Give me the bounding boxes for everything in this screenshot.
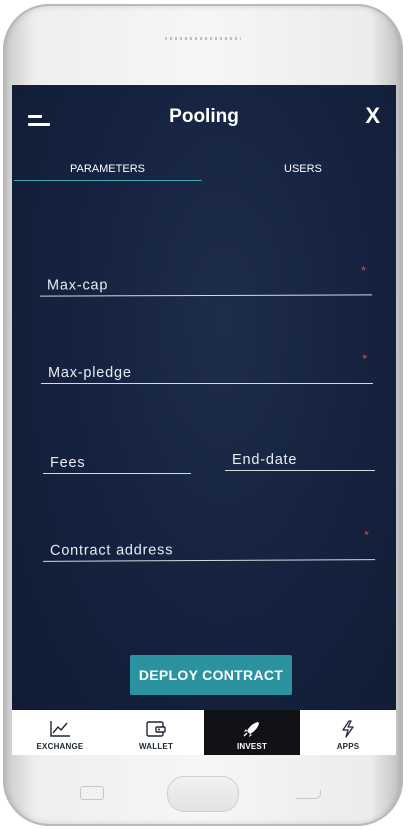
phone-frame: Pooling X PARAMETERS USERS Max-cap * Max…	[3, 4, 403, 826]
nav-wallet[interactable]: WALLET	[108, 710, 204, 755]
deploy-contract-button[interactable]: DEPLOY CONTRACT	[130, 655, 292, 695]
header: Pooling X	[12, 85, 396, 155]
required-marker: *	[364, 528, 369, 543]
nav-wallet-label: WALLET	[138, 742, 174, 751]
bottom-nav: EXCHANGE WALLET INVEST APPS	[12, 710, 396, 755]
fees-field[interactable]: Fees	[43, 445, 191, 474]
max-cap-field[interactable]: Max-cap *	[39, 263, 373, 297]
required-marker: *	[362, 352, 367, 366]
lightning-icon	[340, 718, 356, 740]
tab-parameters[interactable]: PARAMETERS	[70, 163, 145, 175]
max-pledge-field[interactable]: Max-pledge *	[41, 352, 373, 384]
contract-address-label: Contract address	[49, 542, 174, 559]
nav-apps-label: APPS	[336, 742, 360, 751]
app-screen: Pooling X PARAMETERS USERS Max-cap * Max…	[12, 85, 396, 755]
close-icon[interactable]: X	[365, 103, 380, 129]
nav-invest-label: INVEST	[236, 742, 268, 751]
contract-address-field[interactable]: Contract address *	[42, 528, 376, 562]
fees-label: Fees	[50, 455, 86, 471]
page-title: Pooling	[169, 106, 239, 127]
wallet-icon	[145, 718, 167, 740]
end-date-field[interactable]: End-date	[225, 442, 375, 471]
nav-invest[interactable]: INVEST	[204, 710, 300, 755]
rocket-icon	[242, 718, 262, 740]
nav-exchange-label: EXCHANGE	[36, 742, 84, 751]
required-marker: *	[361, 263, 366, 278]
nav-exchange[interactable]: EXCHANGE	[12, 710, 108, 755]
home-button[interactable]	[167, 776, 239, 812]
end-date-label: End-date	[232, 452, 298, 468]
chart-line-icon	[49, 718, 71, 740]
max-cap-label: Max-cap	[46, 277, 109, 294]
tab-users[interactable]: USERS	[284, 163, 322, 175]
nav-apps[interactable]: APPS	[300, 710, 396, 755]
max-pledge-label: Max-pledge	[48, 365, 132, 381]
recent-apps-icon[interactable]	[296, 790, 321, 799]
active-tab-indicator	[14, 180, 202, 181]
back-button-icon[interactable]	[80, 786, 104, 800]
speaker-grille	[165, 37, 241, 40]
